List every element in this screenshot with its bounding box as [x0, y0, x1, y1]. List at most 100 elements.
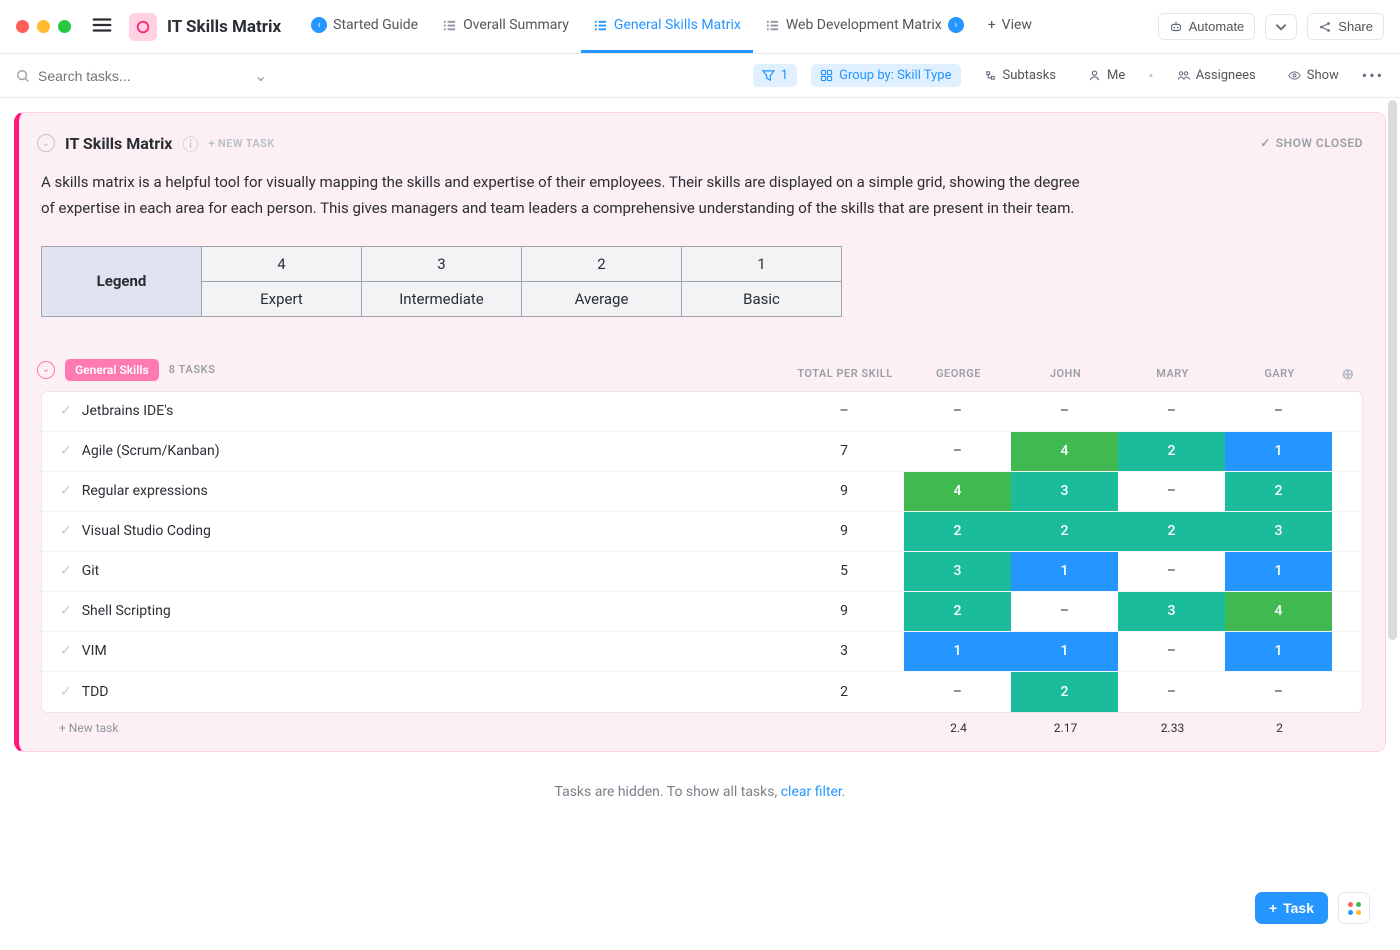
show-label: Show: [1307, 68, 1339, 83]
column-header-person[interactable]: GARY: [1226, 367, 1333, 380]
score-cell[interactable]: –: [1118, 392, 1225, 431]
column-average: 2: [1226, 721, 1333, 735]
skill-name: Agile (Scrum/Kanban): [82, 443, 220, 459]
score-cell[interactable]: 4: [1011, 432, 1118, 471]
column-average: 2.33: [1119, 721, 1226, 735]
table-row[interactable]: ✓Jetbrains IDE's–––––: [42, 392, 1362, 432]
tab-started-guide[interactable]: ‹ Started Guide: [299, 0, 430, 53]
automate-dropdown[interactable]: [1265, 14, 1297, 40]
groupby-chip[interactable]: Group by: Skill Type: [811, 64, 960, 87]
table-row[interactable]: ✓TDD2–2––: [42, 672, 1362, 712]
score-cell[interactable]: 2: [904, 592, 1011, 631]
table-row[interactable]: ✓Git531–1: [42, 552, 1362, 592]
score-cell[interactable]: 4: [1225, 592, 1332, 631]
list-icon: [442, 18, 457, 33]
total-cell: 9: [784, 512, 904, 551]
collapse-toggle[interactable]: ⌄: [37, 134, 55, 152]
me-chip[interactable]: Me: [1079, 64, 1134, 87]
score-cell[interactable]: –: [1225, 672, 1332, 712]
card-title: IT Skills Matrix: [65, 134, 172, 153]
score-cell[interactable]: –: [1011, 392, 1118, 431]
scrollbar-thumb[interactable]: [1388, 100, 1397, 640]
show-closed-toggle[interactable]: ✓ SHOW CLOSED: [1260, 136, 1363, 150]
score-cell[interactable]: 1: [1225, 552, 1332, 591]
score-cell[interactable]: 2: [1011, 512, 1118, 551]
column-header-person[interactable]: MARY: [1119, 367, 1226, 380]
score-cell[interactable]: 3: [904, 552, 1011, 591]
group-collapse-toggle[interactable]: ⌄: [37, 361, 55, 379]
view-tabs: ‹ Started Guide Overall Summary General …: [299, 0, 1147, 53]
tab-web-development-matrix[interactable]: Web Development Matrix ›: [753, 0, 976, 53]
robot-icon: [1169, 20, 1183, 34]
add-column-button[interactable]: ⊕: [1333, 365, 1363, 383]
info-icon[interactable]: ⓘ: [182, 131, 198, 155]
score-cell[interactable]: 2: [1118, 432, 1225, 471]
more-menu[interactable]: •••: [1362, 66, 1384, 85]
score-cell[interactable]: 2: [1011, 672, 1118, 712]
score-cell[interactable]: –: [1118, 632, 1225, 671]
new-task-button[interactable]: + NEW TASK: [208, 137, 274, 150]
score-cell[interactable]: 1: [1011, 552, 1118, 591]
scrollbar[interactable]: [1388, 100, 1397, 800]
score-cell[interactable]: –: [904, 392, 1011, 431]
minimize-window-button[interactable]: [37, 20, 50, 33]
menu-icon[interactable]: [91, 14, 113, 40]
list-icon: [765, 18, 780, 33]
app-icon: [129, 13, 157, 41]
column-header-person[interactable]: JOHN: [1012, 367, 1119, 380]
score-cell[interactable]: 2: [1225, 472, 1332, 511]
total-cell: 9: [784, 592, 904, 631]
close-window-button[interactable]: [16, 20, 29, 33]
table-row[interactable]: ✓Visual Studio Coding92223: [42, 512, 1362, 552]
score-cell[interactable]: 2: [1118, 512, 1225, 551]
filter-count: 1: [781, 68, 788, 83]
score-cell[interactable]: 1: [904, 632, 1011, 671]
automate-button[interactable]: Automate: [1158, 13, 1256, 40]
toolbar: ⌄ 1 Group by: Skill Type Subtasks Me • A…: [0, 54, 1400, 98]
table-row[interactable]: ✓Shell Scripting92–34: [42, 592, 1362, 632]
total-cell: 7: [784, 432, 904, 471]
score-cell[interactable]: 4: [904, 472, 1011, 511]
create-task-button[interactable]: + Task: [1255, 892, 1328, 924]
legend-cell: 2: [522, 246, 682, 281]
score-cell[interactable]: –: [904, 432, 1011, 471]
search-box[interactable]: [16, 68, 246, 84]
score-cell[interactable]: 3: [1118, 592, 1225, 631]
tab-overall-summary[interactable]: Overall Summary: [430, 0, 581, 53]
card-header: ⌄ IT Skills Matrix ⓘ + NEW TASK ✓ SHOW C…: [41, 131, 1363, 155]
skill-name: Jetbrains IDE's: [82, 403, 174, 419]
column-header-total: TOTAL PER SKILL: [785, 367, 905, 380]
score-cell[interactable]: 2: [904, 512, 1011, 551]
hidden-note-suffix: .: [842, 784, 846, 800]
new-task-inline[interactable]: + New task: [59, 721, 118, 735]
filter-chip[interactable]: 1: [753, 64, 797, 87]
chevron-down-icon[interactable]: ⌄: [254, 66, 267, 85]
share-button[interactable]: Share: [1307, 13, 1384, 40]
search-input[interactable]: [38, 68, 198, 84]
apps-button[interactable]: [1338, 892, 1370, 924]
table-row[interactable]: ✓VIM311–1: [42, 632, 1362, 672]
score-cell[interactable]: 3: [1225, 512, 1332, 551]
score-cell[interactable]: –: [1011, 592, 1118, 631]
score-cell[interactable]: –: [1225, 392, 1332, 431]
table-row[interactable]: ✓Agile (Scrum/Kanban)7–421: [42, 432, 1362, 472]
tab-general-skills-matrix[interactable]: General Skills Matrix: [581, 0, 753, 53]
score-cell[interactable]: –: [1118, 472, 1225, 511]
score-cell[interactable]: 1: [1225, 632, 1332, 671]
add-view-button[interactable]: + View: [976, 0, 1044, 53]
group-pill[interactable]: General Skills: [65, 359, 159, 381]
score-cell[interactable]: 1: [1225, 432, 1332, 471]
table-row[interactable]: ✓Regular expressions943–2: [42, 472, 1362, 512]
score-cell[interactable]: –: [904, 672, 1011, 712]
clear-filter-link[interactable]: clear filter: [781, 784, 842, 800]
score-cell[interactable]: –: [1118, 672, 1225, 712]
column-header-person[interactable]: GEORGE: [905, 367, 1012, 380]
score-cell[interactable]: 1: [1011, 632, 1118, 671]
maximize-window-button[interactable]: [58, 20, 71, 33]
score-cell[interactable]: –: [1118, 552, 1225, 591]
subtasks-chip[interactable]: Subtasks: [975, 64, 1066, 87]
check-icon: ✓: [60, 563, 72, 579]
assignees-chip[interactable]: Assignees: [1168, 64, 1265, 87]
score-cell[interactable]: 3: [1011, 472, 1118, 511]
show-chip[interactable]: Show: [1279, 64, 1348, 87]
